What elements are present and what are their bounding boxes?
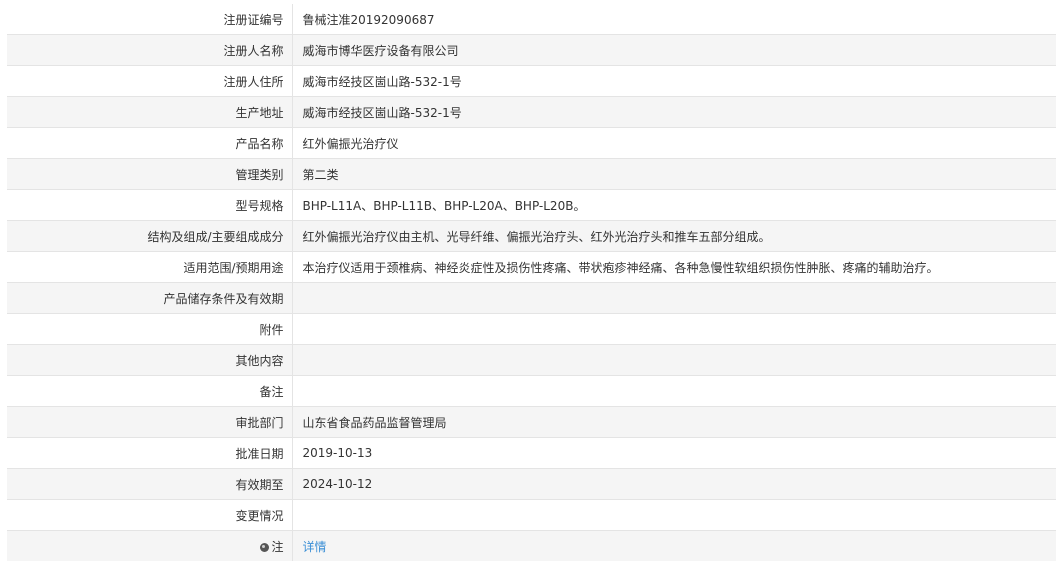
field-label-approval-date: 批准日期: [7, 438, 292, 469]
field-label-change-status: 变更情况: [7, 500, 292, 531]
note-icon: [260, 543, 269, 552]
table-row: 批准日期 2019-10-13: [7, 438, 1056, 469]
field-label-registrant-name: 注册人名称: [7, 35, 292, 66]
field-label-valid-until: 有效期至: [7, 469, 292, 500]
field-value-storage-validity: [292, 283, 1056, 314]
field-label-attachments: 附件: [7, 314, 292, 345]
field-label-note: 注: [7, 531, 292, 561]
note-label: 注: [271, 540, 283, 554]
table-row: 其他内容: [7, 345, 1056, 376]
table-row: 结构及组成/主要组成成分 红外偏振光治疗仪由主机、光导纤维、偏振光治疗头、红外光…: [7, 221, 1056, 252]
field-label-model-spec: 型号规格: [7, 190, 292, 221]
field-value-other-content: [292, 345, 1056, 376]
table-row: 适用范围/预期用途 本治疗仪适用于颈椎病、神经炎症性及损伤性疼痛、带状疱疹神经痛…: [7, 252, 1056, 283]
table-row: 附件: [7, 314, 1056, 345]
field-label-intended-use: 适用范围/预期用途: [7, 252, 292, 283]
field-value-remarks: [292, 376, 1056, 407]
field-value-management-category: 第二类: [292, 159, 1056, 190]
field-value-structure-composition: 红外偏振光治疗仪由主机、光导纤维、偏振光治疗头、红外光治疗头和推车五部分组成。: [292, 221, 1056, 252]
field-value-approval-department: 山东省食品药品监督管理局: [292, 407, 1056, 438]
table-row: 型号规格 BHP-L11A、BHP-L11B、BHP-L20A、BHP-L20B…: [7, 190, 1056, 221]
field-label-approval-department: 审批部门: [7, 407, 292, 438]
field-value-change-status: [292, 500, 1056, 531]
field-label-product-name: 产品名称: [7, 128, 292, 159]
table-row: 注册人住所 威海市经技区崮山路-532-1号: [7, 66, 1056, 97]
field-label-registrant-address: 注册人住所: [7, 66, 292, 97]
field-value-model-spec: BHP-L11A、BHP-L11B、BHP-L20A、BHP-L20B。: [292, 190, 1056, 221]
table-row: 产品名称 红外偏振光治疗仪: [7, 128, 1056, 159]
field-value-registration-number: 鲁械注准20192090687: [292, 4, 1056, 35]
table-row: 管理类别 第二类: [7, 159, 1056, 190]
table-row: 变更情况: [7, 500, 1056, 531]
field-value-valid-until: 2024-10-12: [292, 469, 1056, 500]
table-row: 有效期至 2024-10-12: [7, 469, 1056, 500]
field-value-note: 详情: [292, 531, 1056, 561]
table-row: 审批部门 山东省食品药品监督管理局: [7, 407, 1056, 438]
field-label-structure-composition: 结构及组成/主要组成成分: [7, 221, 292, 252]
field-label-management-category: 管理类别: [7, 159, 292, 190]
field-label-remarks: 备注: [7, 376, 292, 407]
field-label-production-address: 生产地址: [7, 97, 292, 128]
field-label-storage-validity: 产品储存条件及有效期: [7, 283, 292, 314]
field-value-attachments: [292, 314, 1056, 345]
field-label-registration-number: 注册证编号: [7, 4, 292, 35]
field-value-product-name: 红外偏振光治疗仪: [292, 128, 1056, 159]
table-row: 产品储存条件及有效期: [7, 283, 1056, 314]
details-link[interactable]: 详情: [303, 540, 327, 554]
table-row: 注册人名称 威海市博华医疗设备有限公司: [7, 35, 1056, 66]
registration-record-table: 注册证编号 鲁械注准20192090687 注册人名称 威海市博华医疗设备有限公…: [7, 4, 1056, 561]
field-label-other-content: 其他内容: [7, 345, 292, 376]
field-value-approval-date: 2019-10-13: [292, 438, 1056, 469]
field-value-intended-use: 本治疗仪适用于颈椎病、神经炎症性及损伤性疼痛、带状疱疹神经痛、各种急慢性软组织损…: [292, 252, 1056, 283]
field-value-production-address: 威海市经技区崮山路-532-1号: [292, 97, 1056, 128]
table-row: 注 详情: [7, 531, 1056, 561]
table-row: 备注: [7, 376, 1056, 407]
field-value-registrant-name: 威海市博华医疗设备有限公司: [292, 35, 1056, 66]
table-row: 生产地址 威海市经技区崮山路-532-1号: [7, 97, 1056, 128]
field-value-registrant-address: 威海市经技区崮山路-532-1号: [292, 66, 1056, 97]
table-row: 注册证编号 鲁械注准20192090687: [7, 4, 1056, 35]
